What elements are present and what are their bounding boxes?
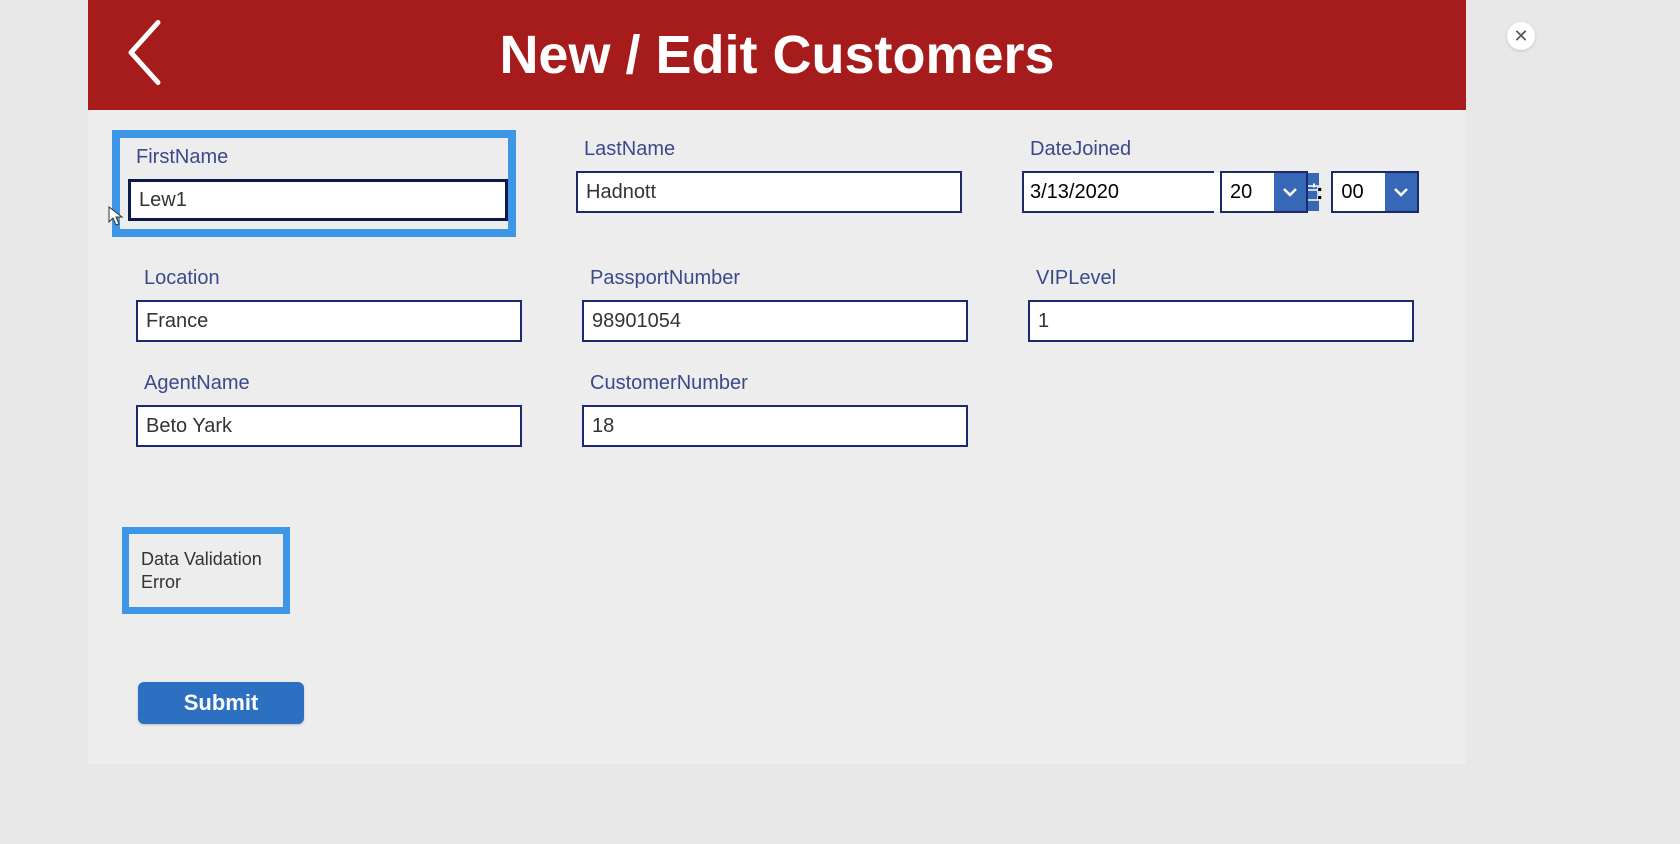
hour-chevron-button[interactable] [1274, 173, 1306, 211]
minute-dropdown[interactable]: 00 [1331, 171, 1419, 213]
minute-value: 00 [1333, 173, 1385, 211]
passport-input[interactable] [582, 300, 968, 342]
back-button[interactable] [123, 18, 163, 93]
viplevel-group: VIPLevel [1028, 267, 1414, 342]
lastname-label: LastName [584, 138, 962, 161]
firstname-group: FirstName [112, 130, 516, 237]
validation-error-text: Data Validation Error [141, 548, 271, 593]
viplevel-input[interactable] [1028, 300, 1414, 342]
chevron-left-icon [123, 18, 163, 88]
customernumber-label: CustomerNumber [590, 372, 968, 395]
hour-dropdown[interactable]: 20 [1220, 171, 1308, 213]
customernumber-group: CustomerNumber [582, 372, 968, 447]
close-icon: ✕ [1513, 27, 1528, 45]
header-bar: New / Edit Customers [88, 0, 1466, 110]
form-row-3: AgentName CustomerNumber [128, 372, 1426, 447]
viplevel-label: VIPLevel [1036, 267, 1414, 290]
hour-value: 20 [1222, 173, 1274, 211]
page-title: New / Edit Customers [88, 24, 1466, 86]
firstname-input[interactable] [128, 179, 508, 221]
date-input-wrap [1022, 171, 1214, 213]
chevron-down-icon [1282, 186, 1298, 198]
time-separator: : [1316, 179, 1323, 205]
customernumber-input[interactable] [582, 405, 968, 447]
minute-chevron-button[interactable] [1385, 173, 1417, 211]
datejoined-controls: 20 : 00 [1022, 171, 1419, 213]
passport-label: PassportNumber [590, 267, 968, 290]
location-group: Location [136, 267, 522, 342]
lastname-group: LastName [576, 138, 962, 237]
form-area: FirstName LastName DateJoined [88, 110, 1466, 764]
datejoined-label: DateJoined [1030, 138, 1419, 161]
location-input[interactable] [136, 300, 522, 342]
agentname-input[interactable] [136, 405, 522, 447]
agentname-label: AgentName [144, 372, 522, 395]
chevron-down-icon [1393, 186, 1409, 198]
firstname-label: FirstName [136, 146, 500, 169]
validation-error-box: Data Validation Error [122, 527, 290, 614]
passport-group: PassportNumber [582, 267, 968, 342]
lastname-input[interactable] [576, 171, 962, 213]
form-row-2: Location PassportNumber VIPLevel [128, 267, 1426, 342]
datejoined-group: DateJoined [1022, 138, 1419, 237]
close-button[interactable]: ✕ [1507, 22, 1535, 50]
agentname-group: AgentName [136, 372, 522, 447]
app-container: New / Edit Customers FirstName LastName … [88, 0, 1466, 764]
form-row-1: FirstName LastName DateJoined [128, 138, 1426, 237]
location-label: Location [144, 267, 522, 290]
submit-button[interactable]: Submit [138, 682, 304, 724]
